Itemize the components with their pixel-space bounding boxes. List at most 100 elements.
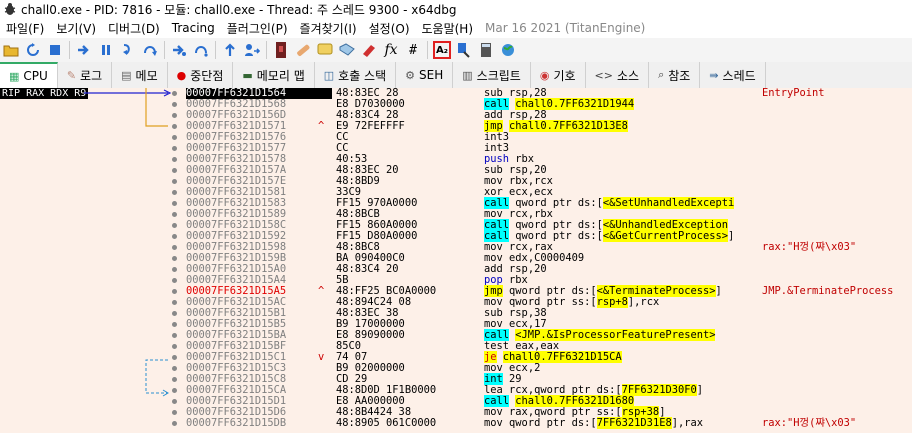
disasm-row[interactable]: 00007FF6321D1568 E8 D7030000 call chall0.7… (0, 98, 912, 110)
disasm-row[interactable]: 00007FF6321D1583 FF15 970A0000 call qword … (0, 197, 912, 209)
disasm-row[interactable]: 00007FF6321D15C3 B9 02000000 mov ecx,2 (0, 363, 912, 374)
breakpoint-gutter-dot[interactable] (172, 311, 177, 316)
scylla-icon[interactable] (272, 41, 290, 59)
disasm-row[interactable]: 00007FF6321D1578 40:53 push rbx (0, 154, 912, 165)
disasm-row[interactable]: 00007FF6321D1571 ^ E9 72FEFFFF jmp chall0.7… (0, 120, 912, 132)
tab-source[interactable]: <> 소스 (586, 62, 650, 88)
trace-into-icon[interactable] (170, 41, 188, 59)
menu-favourites[interactable]: 즐겨찾기(I) (294, 20, 363, 37)
pause-icon[interactable] (97, 41, 115, 59)
disasm-row[interactable]: 00007FF6321D156D 48:83C4 28 add rsp,28 (0, 110, 912, 121)
tab-threads[interactable]: ⇛ 스레드 (700, 62, 766, 88)
breakpoint-gutter-dot[interactable] (172, 135, 177, 140)
labels-icon[interactable] (338, 41, 356, 59)
breakpoint-gutter-dot[interactable] (172, 300, 177, 305)
disasm-row[interactable]: 00007FF6321D157E 48:8BD9 mov rbx,rcx (0, 176, 912, 187)
menu-debug[interactable]: 디버그(D) (102, 20, 166, 37)
disasm-row[interactable]: 00007FF6321D15A0 48:83C4 20 add rsp,20 (0, 264, 912, 275)
breakpoint-gutter-dot[interactable] (172, 157, 177, 162)
breakpoint-gutter-dot[interactable] (172, 322, 177, 327)
breakpoint-gutter-dot[interactable] (172, 179, 177, 184)
breakpoint-gutter-dot[interactable] (172, 190, 177, 195)
disassembly-view[interactable]: RIP RAX RDX R9 00007FF6321D1564 48:83EC 2… (0, 88, 912, 433)
tab-symbols[interactable]: ◉ 기호 (531, 62, 586, 88)
disasm-row[interactable]: 00007FF6321D15C8 CD 29 int 29 (0, 373, 912, 385)
disasm-row[interactable]: 00007FF6321D1564 48:83EC 28 sub rsp,28 Entr… (0, 88, 912, 99)
breakpoint-gutter-dot[interactable] (172, 410, 177, 415)
bookmarks-icon[interactable] (360, 41, 378, 59)
disasm-row[interactable]: 00007FF6321D15B1 48:83EC 38 sub rsp,38 (0, 308, 912, 319)
tab-call-stack[interactable]: ◫ 호출 스택 (315, 62, 397, 88)
open-icon[interactable] (2, 41, 20, 59)
breakpoint-gutter-dot[interactable] (172, 201, 177, 206)
disasm-row[interactable]: 00007FF6321D15DB 48:8905 061C0000 mov qwor… (0, 417, 912, 429)
patch-icon[interactable] (294, 41, 312, 59)
disasm-row[interactable]: 00007FF6321D15A5 ^ 48:FF25 BC0A0000 jmp qwo… (0, 285, 912, 297)
disasm-row[interactable]: 00007FF6321D15D1 E8 AA000000 call chall0.7… (0, 395, 912, 407)
menu-file[interactable]: 파일(F) (0, 20, 50, 37)
breakpoint-gutter-dot[interactable] (172, 421, 177, 426)
breakpoint-gutter-dot[interactable] (172, 245, 177, 250)
menu-help[interactable]: 도움말(H) (416, 20, 480, 37)
close-icon[interactable] (46, 41, 64, 59)
disasm-row[interactable]: 00007FF6321D1577 CC int3 (0, 143, 912, 154)
disasm-row[interactable]: 00007FF6321D1581 33C9 xor ecx,ecx (0, 187, 912, 198)
breakpoint-gutter-dot[interactable] (172, 124, 177, 129)
menu-view[interactable]: 보기(V) (50, 20, 102, 37)
disasm-row[interactable]: 00007FF6321D1589 48:8BCB mov rcx,rbx (0, 209, 912, 220)
breakpoint-gutter-dot[interactable] (172, 113, 177, 118)
tab-log[interactable]: ✎ 로그 (58, 62, 113, 88)
disasm-row[interactable]: 00007FF6321D15AC 48:894C24 08 mov qword pt… (0, 296, 912, 308)
disasm-row[interactable]: 00007FF6321D158C FF15 860A0000 call qword … (0, 219, 912, 231)
breakpoint-gutter-dot[interactable] (172, 366, 177, 371)
breakpoint-gutter-dot[interactable] (172, 388, 177, 393)
breakpoint-gutter-dot[interactable] (172, 267, 177, 272)
breakpoint-gutter-dot[interactable] (172, 377, 177, 382)
breakpoint-gutter-dot[interactable] (172, 234, 177, 239)
breakpoint-gutter-dot[interactable] (172, 91, 177, 96)
tab-script[interactable]: ▥ 스크립트 (453, 62, 531, 88)
disasm-row[interactable]: 00007FF6321D157A 48:83EC 20 sub rsp,20 (0, 165, 912, 176)
disasm-row[interactable]: 00007FF6321D15BF 85C0 test eax,eax (0, 341, 912, 352)
disasm-row[interactable]: 00007FF6321D1598 48:8BC8 mov rcx,rax rax:"H… (0, 242, 912, 253)
breakpoint-gutter-dot[interactable] (172, 256, 177, 261)
disasm-row[interactable]: 00007FF6321D15BA E8 89090000 call <JMP.&Is… (0, 329, 912, 341)
comments-icon[interactable] (316, 41, 334, 59)
breakpoint-gutter-dot[interactable] (172, 146, 177, 151)
step-over-icon[interactable] (141, 41, 159, 59)
execute-till-return-icon[interactable] (221, 41, 239, 59)
breakpoint-gutter-dot[interactable] (172, 344, 177, 349)
run-to-user-code-icon[interactable] (243, 41, 261, 59)
restart-icon[interactable] (24, 41, 42, 59)
calculator-icon[interactable] (477, 41, 495, 59)
breakpoint-gutter-dot[interactable] (172, 355, 177, 360)
breakpoint-gutter-dot[interactable] (172, 223, 177, 228)
step-into-icon[interactable] (119, 41, 137, 59)
disasm-row[interactable]: 00007FF6321D1576 CC int3 (0, 132, 912, 143)
disasm-row[interactable]: 00007FF6321D15CA 48:8D0D 1F1B0000 lea rcx,… (0, 384, 912, 396)
pattern-icon[interactable] (455, 41, 473, 59)
functions-icon[interactable]: fx (382, 41, 400, 59)
breakpoint-gutter-dot[interactable] (172, 102, 177, 107)
breakpoint-gutter-dot[interactable] (172, 333, 177, 338)
disasm-row[interactable]: 00007FF6321D15B5 B9 17000000 mov ecx,17 (0, 319, 912, 330)
tab-notes[interactable]: ▤ 메모 (112, 62, 168, 88)
tab-references[interactable]: ⌕ 참조 (649, 62, 701, 88)
run-icon[interactable] (75, 41, 93, 59)
tab-seh[interactable]: ⚙ SEH (396, 62, 454, 88)
web-icon[interactable] (499, 41, 517, 59)
menu-options[interactable]: 설정(O) (363, 20, 416, 37)
breakpoint-gutter-dot[interactable] (172, 289, 177, 294)
menu-plugins[interactable]: 플러그인(P) (221, 20, 294, 37)
disasm-row[interactable]: 00007FF6321D15C1 v 74 07 je chall0.7FF6321D… (0, 351, 912, 363)
variables-icon[interactable]: # (404, 41, 422, 59)
tab-cpu[interactable]: ▦ CPU (0, 62, 58, 88)
menu-tracing[interactable]: Tracing (166, 21, 221, 35)
breakpoint-gutter-dot[interactable] (172, 399, 177, 404)
disasm-row[interactable]: 00007FF6321D159B BA 090400C0 mov edx,C0000… (0, 253, 912, 264)
tab-memory-map[interactable]: ▬ 메모리 맵 (233, 62, 315, 88)
breakpoint-gutter-dot[interactable] (172, 278, 177, 283)
trace-over-icon[interactable] (192, 41, 210, 59)
breakpoint-gutter-dot[interactable] (172, 212, 177, 217)
breakpoint-gutter-dot[interactable] (172, 168, 177, 173)
